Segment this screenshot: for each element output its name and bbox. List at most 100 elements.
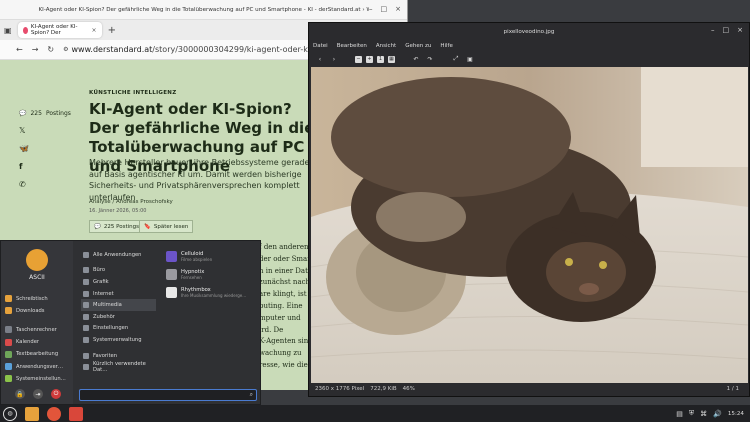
read-later-button[interactable]: 🔖 Später lesen <box>139 220 194 233</box>
taskbar: ◍ ▤ ⛨ ⌘ 🔊 15:24 <box>0 405 750 422</box>
app-item[interactable]: Rhythmbox Ihre Musiksammlung wiederge… <box>166 285 246 300</box>
maximize-icon[interactable]: □ <box>723 26 730 34</box>
postings-button[interactable]: 💬 225 Postings <box>89 220 144 233</box>
close-icon[interactable]: × <box>395 5 401 13</box>
files-icon[interactable] <box>25 406 39 421</box>
minimize-icon[interactable]: – <box>711 26 715 34</box>
viewer-menubar: Datei Bearbeiten Ansicht Gehen zu Hilfe <box>309 40 749 51</box>
favorite-item[interactable]: Taschenrechner <box>5 324 71 335</box>
article-date: 16. Jänner 2026, 05:00 <box>89 208 147 214</box>
zoom-out-icon[interactable]: − <box>355 55 362 63</box>
favorite-label: Kalender <box>16 339 40 346</box>
clock[interactable]: 15:24 <box>728 411 744 417</box>
reload-icon[interactable]: ↻ <box>47 45 54 54</box>
category-icon <box>83 251 89 258</box>
previous-icon[interactable]: ‹ <box>315 54 325 64</box>
category-item[interactable]: Alle Anwendungen <box>81 249 156 261</box>
firefox-icon[interactable] <box>47 406 61 421</box>
back-icon[interactable]: ← <box>16 45 23 54</box>
category-label: Grafik <box>93 278 109 285</box>
whatsapp-share-icon[interactable]: ✆ <box>19 180 71 189</box>
tab-close-icon[interactable]: × <box>92 27 97 34</box>
article-byline[interactable]: Analyse / Andreas Proschofsky <box>89 199 173 205</box>
shield-icon[interactable]: ⛨ <box>689 409 694 418</box>
image-viewer-icon[interactable] <box>69 406 83 421</box>
zoom-fit-icon[interactable]: ▦ <box>388 55 395 63</box>
category-item[interactable]: Kürzlich verwendete Dat… <box>81 361 156 373</box>
category-item[interactable]: Einstellungen <box>81 323 156 335</box>
menu-file[interactable]: Datei <box>313 43 328 49</box>
favorite-label: Schreibtisch <box>16 295 48 302</box>
power-icon[interactable]: ⏻ <box>51 389 61 399</box>
favorite-item[interactable]: Systemeinstellun… <box>5 373 71 384</box>
viewer-title: pixelloveodino.jpg <box>503 28 555 35</box>
menu-favorites-panel: ASCII Schreibtisch Downloads Taschenrechne… <box>1 241 73 404</box>
category-icon <box>83 302 89 309</box>
avatar[interactable] <box>26 249 48 271</box>
category-item[interactable]: Multimedia <box>81 299 156 311</box>
favorite-item[interactable]: Schreibtisch <box>5 293 71 304</box>
viewer-titlebar[interactable]: pixelloveodino.jpg – □ × <box>309 23 749 40</box>
bluesky-share-icon[interactable]: 🦋 <box>19 144 71 153</box>
next-icon[interactable]: › <box>329 54 339 64</box>
search-input[interactable]: ⌕ <box>79 389 257 401</box>
postings-counter[interactable]: 💬 225 Postings <box>19 110 71 117</box>
menu-view[interactable]: Ansicht <box>376 43 396 49</box>
app-description: Fernsehen <box>181 275 202 280</box>
zoom-in-icon[interactable]: + <box>366 55 373 63</box>
category-item[interactable]: Internet <box>81 288 156 300</box>
app-item[interactable]: Hypnotix Fernsehen <box>166 267 246 282</box>
category-item[interactable]: Büro <box>81 265 156 277</box>
new-tab-icon[interactable]: + <box>108 25 116 36</box>
menu-icon[interactable]: ◍ <box>3 406 17 421</box>
favorite-item[interactable]: Kalender <box>5 337 71 348</box>
slideshow-icon[interactable]: ▣ <box>465 54 475 64</box>
app-icon <box>5 363 12 371</box>
menu-go[interactable]: Gehen zu <box>405 43 431 49</box>
maximize-icon[interactable]: □ <box>381 5 388 13</box>
app-icon <box>166 251 177 262</box>
zoom-original-icon[interactable]: 1 <box>377 55 384 63</box>
menu-edit[interactable]: Bearbeiten <box>337 43 367 49</box>
minimize-icon[interactable]: – <box>369 5 373 13</box>
favicon-icon <box>22 26 28 34</box>
category-item[interactable]: Zubehör <box>81 311 156 323</box>
cat-photo-drawing <box>311 67 748 383</box>
favorite-label: Anwendungsver… <box>16 363 64 370</box>
favorite-item[interactable]: Textbearbeitung <box>5 349 71 360</box>
forward-icon[interactable]: → <box>32 45 39 54</box>
image-dimensions: 2360 x 1776 Pixel <box>315 385 365 392</box>
rotate-right-icon[interactable]: ↷ <box>425 54 435 64</box>
category-item[interactable]: Systemverwaltung <box>81 334 156 346</box>
browser-tab[interactable]: KI-Agent oder KI-Spion? Der × <box>17 22 102 38</box>
volume-icon[interactable]: 🔊 <box>713 410 722 418</box>
category-icon <box>83 336 89 343</box>
menu-help[interactable]: Hilfe <box>440 43 453 49</box>
facebook-share-icon[interactable]: f <box>19 162 71 171</box>
network-icon[interactable]: ⌘ <box>700 410 707 418</box>
firefox-titlebar[interactable]: KI-Agent oder KI-Spion? Der gefährliche … <box>0 0 407 20</box>
clipboard-icon[interactable]: ▤ <box>676 410 683 418</box>
fullscreen-icon[interactable]: ⤢ <box>451 54 461 64</box>
lock-icon[interactable]: 🔒 <box>15 389 25 399</box>
category-icon <box>83 352 89 359</box>
category-icon <box>83 267 89 274</box>
search-icon: ⌕ <box>249 391 253 398</box>
category-item[interactable]: Grafik <box>81 276 156 288</box>
rotate-left-icon[interactable]: ↶ <box>411 54 421 64</box>
logout-icon[interactable]: ⇥ <box>33 389 43 399</box>
article-lead: Mehrere Hersteller bauen ihre Betriebssy… <box>89 158 310 202</box>
tab-list-icon[interactable]: ▣ <box>4 26 12 35</box>
favorite-item[interactable]: Anwendungsver… <box>5 361 71 372</box>
x-share-icon[interactable]: 𝕏 <box>19 126 71 135</box>
app-icon <box>166 269 177 280</box>
favorite-label: Downloads <box>16 307 45 314</box>
favorite-item[interactable]: Downloads <box>5 305 71 316</box>
close-icon[interactable]: × <box>737 26 743 34</box>
site-info-icon[interactable]: ⚙ <box>63 46 68 53</box>
app-item[interactable]: Celluloid Filme abspielen <box>166 249 246 264</box>
viewer-statusbar: 2360 x 1776 Pixel 722,9 KiB 46% 1 / 1 <box>309 381 749 396</box>
app-icon <box>5 338 12 346</box>
category-item[interactable]: Favoriten <box>81 350 156 362</box>
app-description: Ihre Musiksammlung wiederge… <box>181 293 247 298</box>
